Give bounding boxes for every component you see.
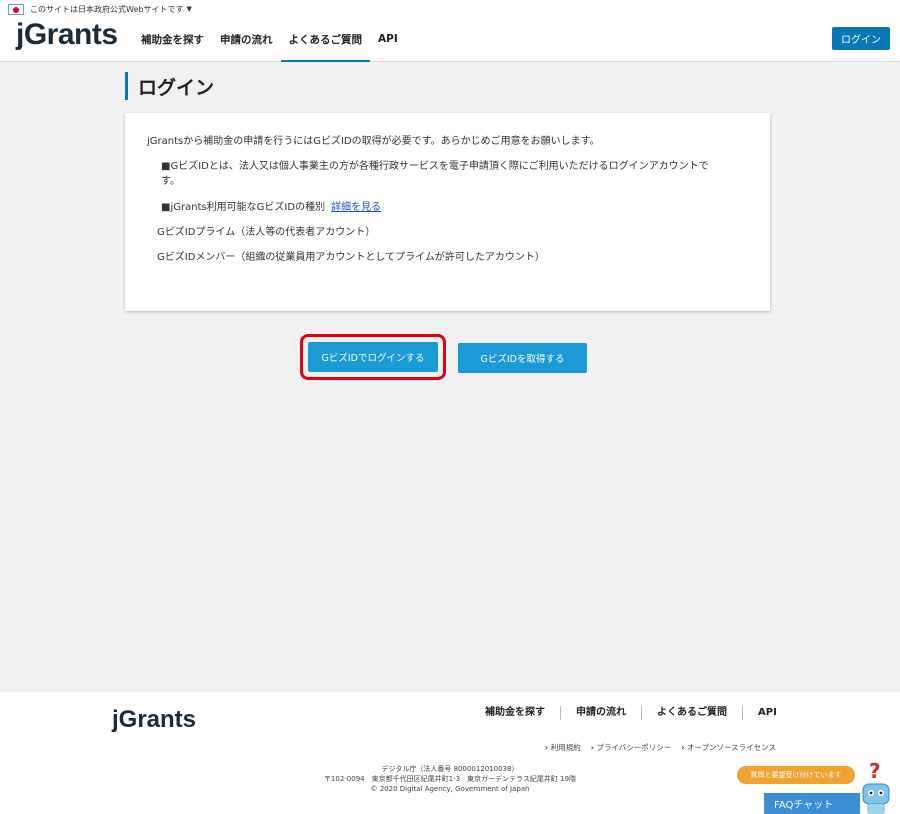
footer-nav: 補助金を探す 申請の流れ よくあるご質問 API bbox=[470, 706, 792, 720]
gov-banner-text: このサイトは日本政府公式Webサイトです bbox=[30, 4, 184, 14]
gov-banner[interactable]: このサイトは日本政府公式Webサイトです ▼ bbox=[0, 0, 900, 18]
japan-flag-icon bbox=[8, 3, 24, 15]
nav-application-flow[interactable]: 申請の流れ bbox=[212, 18, 281, 62]
svg-text:?: ? bbox=[869, 760, 881, 783]
nav-faq[interactable]: よくあるご質問 bbox=[280, 18, 370, 62]
gbizid-obtain-button[interactable]: GビズIDを取得する bbox=[458, 343, 587, 373]
card-about-line2: す。 bbox=[161, 176, 180, 187]
footer-logo[interactable]: jGrants bbox=[112, 706, 196, 734]
footer-nav-application-flow[interactable]: 申請の流れ bbox=[561, 706, 642, 720]
card-prime: GビズIDプライム（法人等の代表者アカウント） bbox=[157, 227, 376, 238]
caret-down-icon: ▼ bbox=[186, 5, 192, 13]
nav-search-subsidy[interactable]: 補助金を探す bbox=[133, 18, 212, 62]
footer-org: デジタル庁（法人番号 8000012010038） bbox=[381, 765, 519, 773]
card-intro: jGrantsから補助金の申請を行うにはGビズIDの取得が必要です。あらかじめご… bbox=[147, 136, 600, 147]
card-about-line1: ■GビズIDとは、法人又は個人事業主の方が各種行政サービスを電子申請頂く際にご利… bbox=[161, 161, 709, 172]
faq-chat-button[interactable]: FAQチャット bbox=[764, 793, 860, 814]
card-types-row: ■jGrants利用可能なGビズIDの種別 詳細を見る bbox=[161, 201, 381, 215]
footer-nav-api[interactable]: API bbox=[743, 706, 792, 720]
info-card: jGrantsから補助金の申請を行うにはGビズIDの取得が必要です。あらかじめご… bbox=[125, 113, 770, 311]
card-types-label: ■jGrants利用可能なGビズIDの種別 bbox=[161, 202, 326, 213]
page-title: ログイン bbox=[125, 72, 214, 100]
footer-nav-faq[interactable]: よくあるご質問 bbox=[642, 706, 743, 720]
mascot-robot-icon[interactable]: ? bbox=[857, 760, 895, 814]
terms-link[interactable]: 利用規約 bbox=[545, 742, 581, 753]
card-member: GビズIDメンバー（組織の従業員用アカウントとしてプライムが許可したアカウント） bbox=[157, 252, 545, 263]
header-login-button[interactable]: ログイン bbox=[832, 27, 890, 50]
footer-info: デジタル庁（法人番号 8000012010038） 〒102-0094 東京都千… bbox=[300, 764, 600, 794]
main-nav: 補助金を探す 申請の流れ よくあるご質問 API bbox=[133, 18, 406, 62]
site-logo[interactable]: jGrants bbox=[16, 18, 118, 52]
oss-license-link[interactable]: オープンソースライセンス bbox=[681, 742, 776, 753]
privacy-link[interactable]: プライバシーポリシー bbox=[591, 742, 671, 753]
details-link[interactable]: 詳細を見る bbox=[331, 202, 381, 213]
gbizid-login-button[interactable]: GビズIDでログインする bbox=[308, 342, 438, 372]
header: jGrants 補助金を探す 申請の流れ よくあるご質問 API ログイン bbox=[0, 18, 900, 62]
nav-api[interactable]: API bbox=[370, 18, 406, 62]
footer-copyright: © 2020 Digital Agency, Government of Jap… bbox=[370, 785, 530, 793]
footer-nav-search-subsidy[interactable]: 補助金を探す bbox=[470, 706, 561, 720]
footer-address: 〒102-0094 東京都千代田区紀尾井町1-3 東京ガーデンテラス紀尾井町 1… bbox=[323, 775, 577, 783]
footer-sub-links: 利用規約 プライバシーポリシー オープンソースライセンス bbox=[545, 742, 786, 753]
support-bubble[interactable]: 質問と要望受け付けています bbox=[737, 766, 855, 784]
